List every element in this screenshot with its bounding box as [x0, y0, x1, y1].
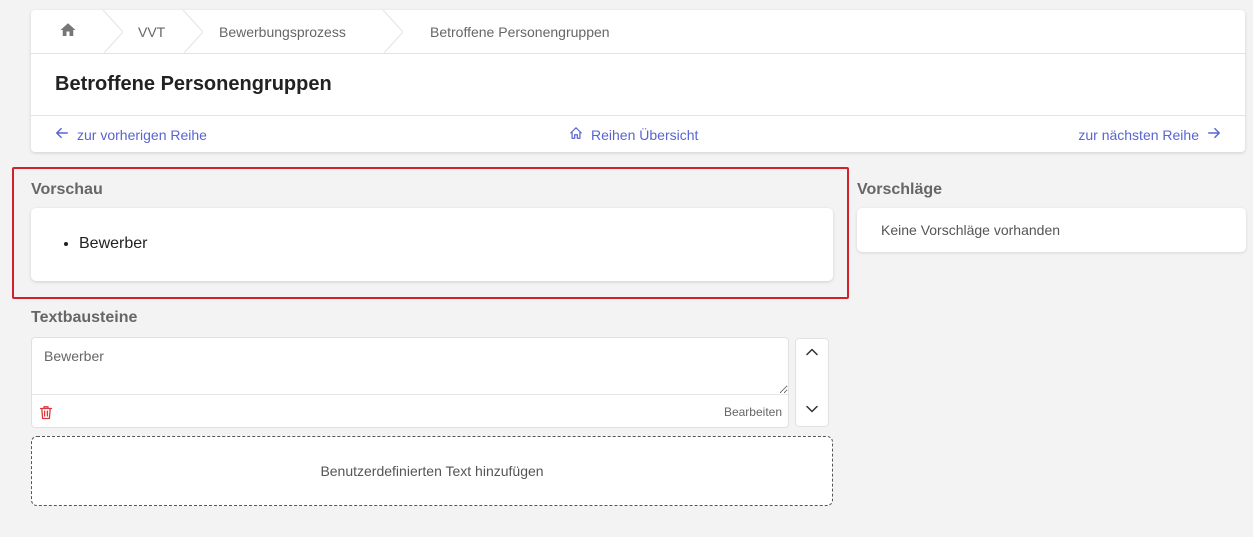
- preview-title: Vorschau: [31, 181, 103, 198]
- arrow-left-icon: [55, 126, 69, 143]
- chevron-down-icon: [805, 402, 819, 421]
- previous-row-link[interactable]: zur vorherigen Reihe: [55, 116, 207, 153]
- suggestions-card: Keine Vorschläge vorhanden: [857, 208, 1246, 252]
- text-blocks-title: Textbausteine: [31, 309, 138, 326]
- add-custom-text-label: Benutzerdefinierten Text hinzufügen: [320, 463, 544, 479]
- next-row-link[interactable]: zur nächsten Reihe: [1078, 116, 1221, 153]
- rows-overview-label: Reihen Übersicht: [591, 126, 699, 143]
- rows-overview-link[interactable]: Reihen Übersicht: [569, 116, 698, 153]
- arrow-right-icon: [1207, 126, 1221, 143]
- suggestions-empty-text: Keine Vorschläge vorhanden: [881, 222, 1061, 238]
- header-card: VVT Bewerbungsprozess Betroffene Persone…: [31, 9, 1245, 152]
- breadcrumb-label: Bewerbungsprozess: [219, 23, 346, 40]
- row-navigation: zur vorherigen Reihe Reihen Übersicht zu…: [31, 115, 1245, 152]
- page-title: Betroffene Personengruppen: [55, 73, 332, 95]
- edit-button[interactable]: Bearbeiten: [724, 405, 782, 419]
- preview-list-item: Bewerber: [79, 235, 147, 253]
- home-outline-icon: [569, 126, 583, 143]
- preview-list: Bewerber: [79, 235, 147, 253]
- move-up-button[interactable]: [796, 339, 828, 369]
- reorder-control: [795, 338, 829, 427]
- breadcrumb-item-bewerbungsprozess[interactable]: Bewerbungsprozess: [193, 9, 403, 54]
- home-icon: [59, 21, 77, 42]
- text-block-item: Bewerber Bearbeiten: [31, 337, 789, 428]
- add-custom-text-button[interactable]: Benutzerdefinierten Text hinzufügen: [31, 436, 833, 506]
- breadcrumb-item-current: Betroffene Personengruppen: [393, 10, 610, 54]
- previous-row-label: zur vorherigen Reihe: [77, 126, 207, 143]
- breadcrumb: VVT Bewerbungsprozess Betroffene Persone…: [31, 9, 1245, 54]
- preview-card: Bewerber: [31, 208, 833, 281]
- trash-icon[interactable]: [39, 405, 53, 420]
- breadcrumb-label: Betroffene Personengruppen: [430, 23, 610, 40]
- move-down-button[interactable]: [796, 396, 828, 426]
- suggestions-title: Vorschläge: [857, 181, 943, 198]
- chevron-up-icon: [805, 345, 819, 364]
- breadcrumb-label: VVT: [138, 23, 166, 40]
- next-row-label: zur nächsten Reihe: [1078, 126, 1199, 143]
- breadcrumb-item-vvt[interactable]: VVT: [113, 9, 203, 54]
- text-block-textarea[interactable]: Bewerber: [32, 338, 788, 395]
- breadcrumb-home[interactable]: [31, 9, 123, 54]
